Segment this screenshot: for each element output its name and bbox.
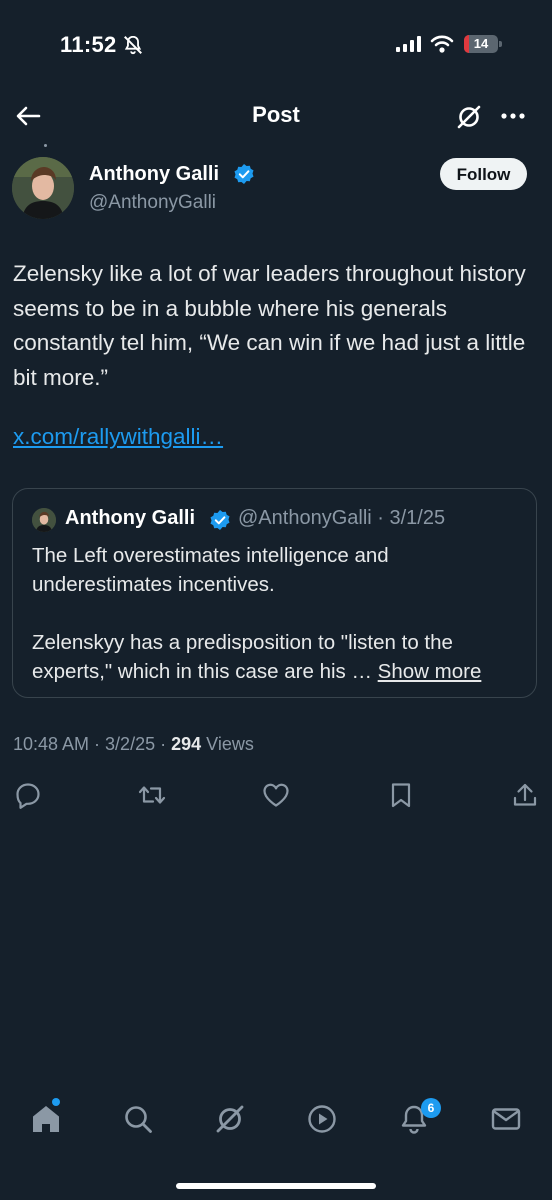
- status-time: 11:52: [60, 32, 117, 57]
- tweet-meta: 10:48 AM · 3/2/25 · 294 Views: [13, 734, 254, 755]
- notifications-badge: 6: [421, 1098, 441, 1118]
- views-count: 294: [171, 734, 202, 754]
- author-name[interactable]: Anthony Galli: [89, 163, 219, 186]
- messages-icon[interactable]: [489, 1102, 523, 1136]
- grok-icon[interactable]: [454, 102, 484, 132]
- quoted-author-name: Anthony Galli: [65, 507, 195, 529]
- reply-icon[interactable]: [13, 780, 43, 810]
- tweet-text: Zelensky like a lot of war leaders throu…: [13, 261, 533, 390]
- wifi-icon: [430, 35, 454, 53]
- home-icon[interactable]: [29, 1102, 63, 1136]
- quoted-verified-badge-icon: [210, 510, 230, 530]
- quoted-meta: @AnthonyGalli · 3/1/25: [238, 507, 446, 529]
- battery-level: 14: [473, 36, 489, 51]
- video-icon[interactable]: [305, 1102, 339, 1136]
- grok-nav-icon[interactable]: [213, 1102, 247, 1136]
- author-handle[interactable]: @AnthonyGalli: [89, 192, 216, 214]
- like-icon[interactable]: [261, 780, 291, 810]
- tweet-timestamp: 10:48 AM · 3/2/25 ·: [13, 734, 172, 754]
- avatar[interactable]: [12, 157, 74, 219]
- bookmark-icon[interactable]: [386, 780, 416, 810]
- views-label: Views: [201, 734, 254, 754]
- battery-icon: 14: [464, 35, 504, 53]
- more-icon[interactable]: [498, 104, 528, 128]
- follow-button[interactable]: Follow: [440, 158, 527, 190]
- share-icon[interactable]: [510, 780, 540, 810]
- search-icon[interactable]: [121, 1102, 155, 1136]
- quoted-text: The Left overestimates intelligence and …: [32, 541, 522, 686]
- signal-icon: [396, 36, 421, 52]
- repost-icon[interactable]: [137, 780, 167, 810]
- quoted-avatar: [32, 508, 56, 532]
- verified-badge-icon: [234, 164, 254, 184]
- header-divider-dot: [44, 144, 47, 147]
- bell-muted-icon: [124, 35, 142, 55]
- tweet-link[interactable]: x.com/rallywithgalli…: [13, 424, 223, 450]
- home-indicator: [176, 1183, 376, 1189]
- show-more-link[interactable]: Show more: [378, 660, 482, 683]
- home-notification-dot: [52, 1098, 60, 1106]
